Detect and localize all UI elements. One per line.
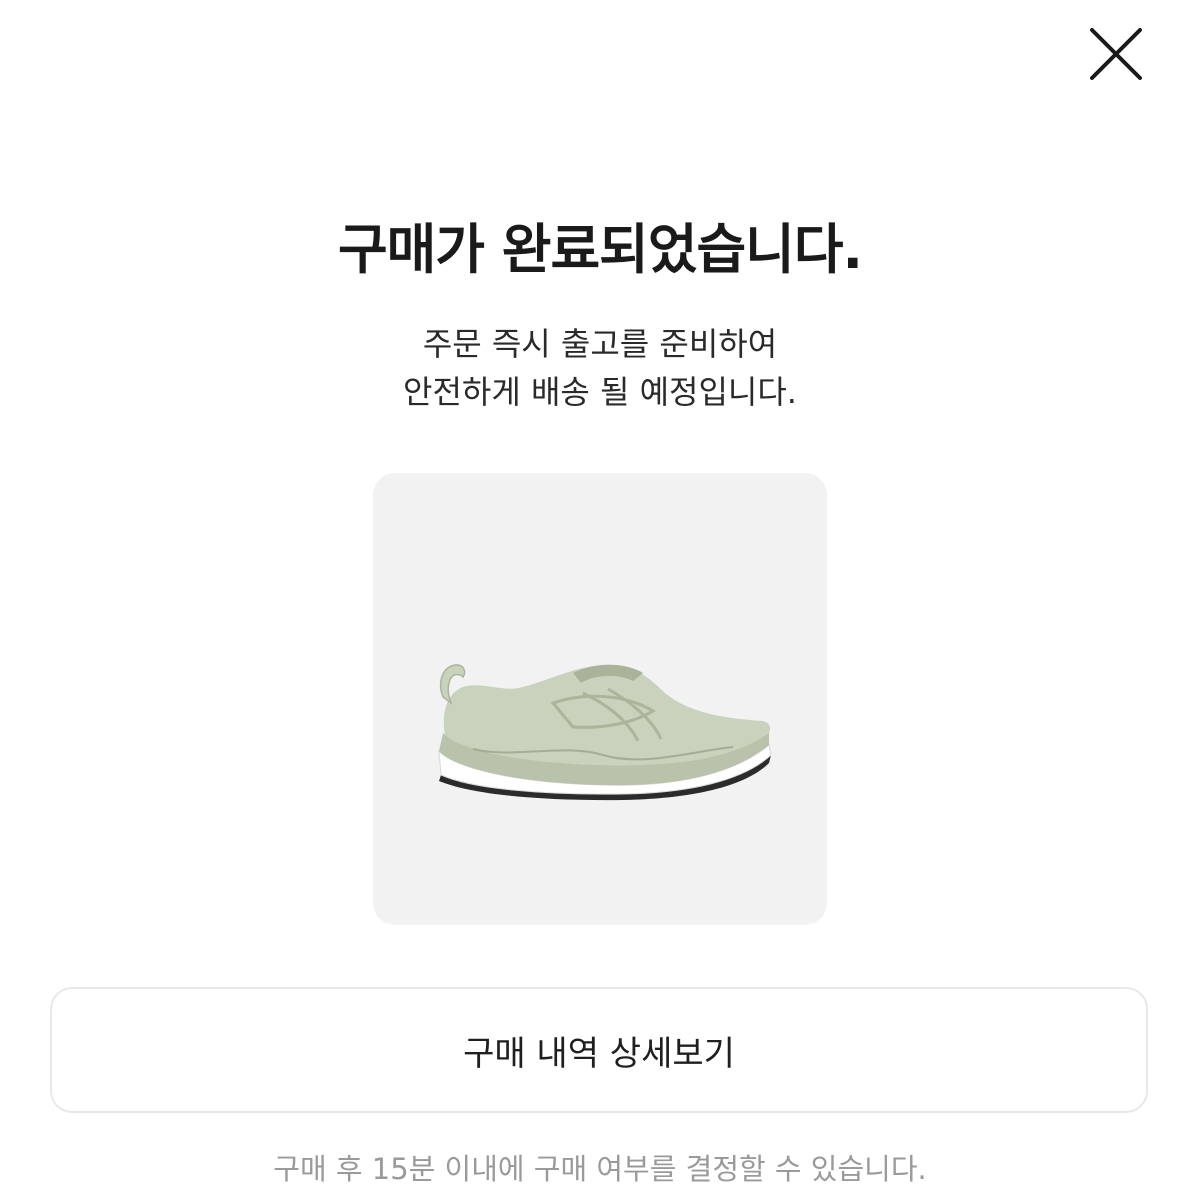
message-line-2: 안전하게 배송 될 예정입니다.: [403, 373, 797, 411]
close-button[interactable]: [1088, 26, 1144, 82]
purchase-detail-button[interactable]: 구매 내역 상세보기: [50, 987, 1148, 1113]
sneaker-image: [438, 664, 772, 801]
product-image-card: [373, 473, 827, 925]
close-icon: [1090, 28, 1142, 80]
message-line-1: 주문 즉시 출고를 준비하여: [422, 325, 778, 363]
completion-message: 주문 즉시 출고를 준비하여 안전하게 배송 될 예정입니다.: [0, 320, 1200, 416]
page-title: 구매가 완료되었습니다.: [337, 218, 863, 281]
decision-notice: 구매 후 15분 이내에 구매 여부를 결정할 수 있습니다.: [273, 1152, 927, 1186]
purchase-complete-screen: 구매가 완료되었습니다. 주문 즉시 출고를 준비하여 안전하게 배송 될 예정…: [0, 0, 1200, 1199]
